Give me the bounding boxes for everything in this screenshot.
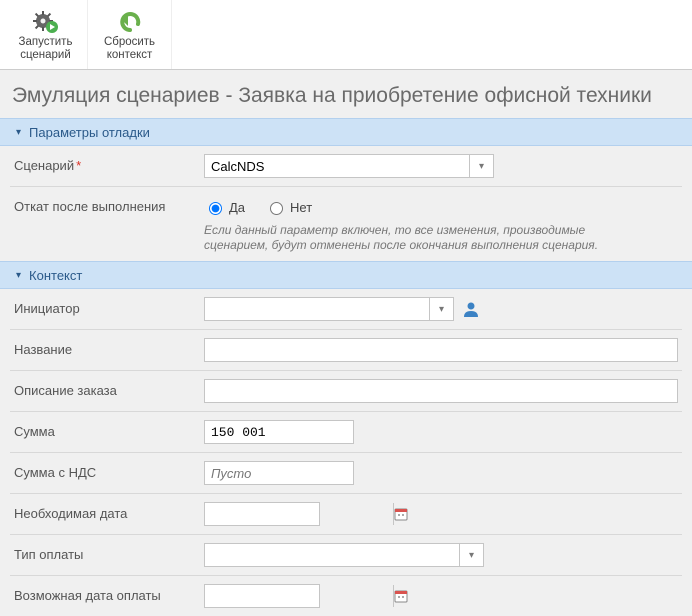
gear-play-icon: [33, 8, 59, 34]
sum-input[interactable]: [205, 421, 353, 443]
scenario-label: Сценарий*: [14, 154, 204, 173]
sum-label: Сумма: [14, 420, 204, 439]
sum-nds-label: Сумма с НДС: [14, 461, 204, 480]
order-desc-label: Описание заказа: [14, 379, 204, 398]
section-debug-header[interactable]: ▾ Параметры отладки: [0, 118, 692, 146]
chevron-down-icon[interactable]: ▾: [469, 155, 493, 177]
calendar-icon[interactable]: [393, 503, 408, 525]
user-picker-button[interactable]: [462, 300, 480, 318]
reset-context-button[interactable]: Сброситьконтекст: [88, 0, 172, 69]
debug-form: Сценарий* ▾ Откат после выполнения Да Не…: [0, 146, 692, 261]
name-input[interactable]: [205, 339, 677, 361]
need-date-input[interactable]: [205, 503, 393, 525]
sum-nds-field[interactable]: [204, 461, 354, 485]
pay-type-label: Тип оплаты: [14, 543, 204, 562]
pay-type-select[interactable]: ▾: [204, 543, 484, 567]
need-date-label: Необходимая дата: [14, 502, 204, 521]
scenario-input[interactable]: [205, 155, 469, 177]
pay-type-input[interactable]: [205, 544, 459, 566]
sum-nds-input[interactable]: [205, 462, 353, 484]
undo-icon: [118, 8, 142, 34]
page-title: Эмуляция сценариев - Заявка на приобрете…: [0, 70, 692, 118]
sum-field[interactable]: [204, 420, 354, 444]
context-form: Инициатор ▾ Название: [0, 289, 692, 616]
chevron-down-icon: ▾: [16, 270, 21, 281]
rollback-label: Откат после выполнения: [14, 195, 204, 214]
order-desc-field[interactable]: [204, 379, 678, 403]
name-field[interactable]: [204, 338, 678, 362]
initiator-input[interactable]: [205, 298, 429, 320]
reset-context-label: Сброситьконтекст: [104, 36, 155, 62]
run-scenario-button[interactable]: Запуститьсценарий: [4, 0, 88, 69]
name-label: Название: [14, 338, 204, 357]
pay-date-label: Возможная дата оплаты: [14, 584, 204, 603]
section-debug-title: Параметры отладки: [29, 125, 150, 140]
toolbar: Запуститьсценарий Сброситьконтекст: [0, 0, 692, 70]
pay-date-field[interactable]: [204, 584, 320, 608]
initiator-label: Инициатор: [14, 297, 204, 316]
initiator-lookup[interactable]: ▾: [204, 297, 454, 321]
need-date-field[interactable]: [204, 502, 320, 526]
rollback-no-radio[interactable]: Нет: [265, 199, 312, 215]
section-context-title: Контекст: [29, 268, 82, 283]
chevron-down-icon: ▾: [16, 127, 21, 138]
order-desc-input[interactable]: [205, 380, 677, 402]
user-icon: [462, 300, 480, 318]
run-scenario-label: Запуститьсценарий: [19, 36, 73, 62]
scenario-select[interactable]: ▾: [204, 154, 494, 178]
chevron-down-icon[interactable]: ▾: [429, 298, 453, 320]
chevron-down-icon[interactable]: ▾: [459, 544, 483, 566]
rollback-hint: Если данный параметр включен, то все изм…: [204, 223, 624, 253]
section-context-header[interactable]: ▾ Контекст: [0, 261, 692, 289]
rollback-yes-radio[interactable]: Да: [204, 199, 245, 215]
